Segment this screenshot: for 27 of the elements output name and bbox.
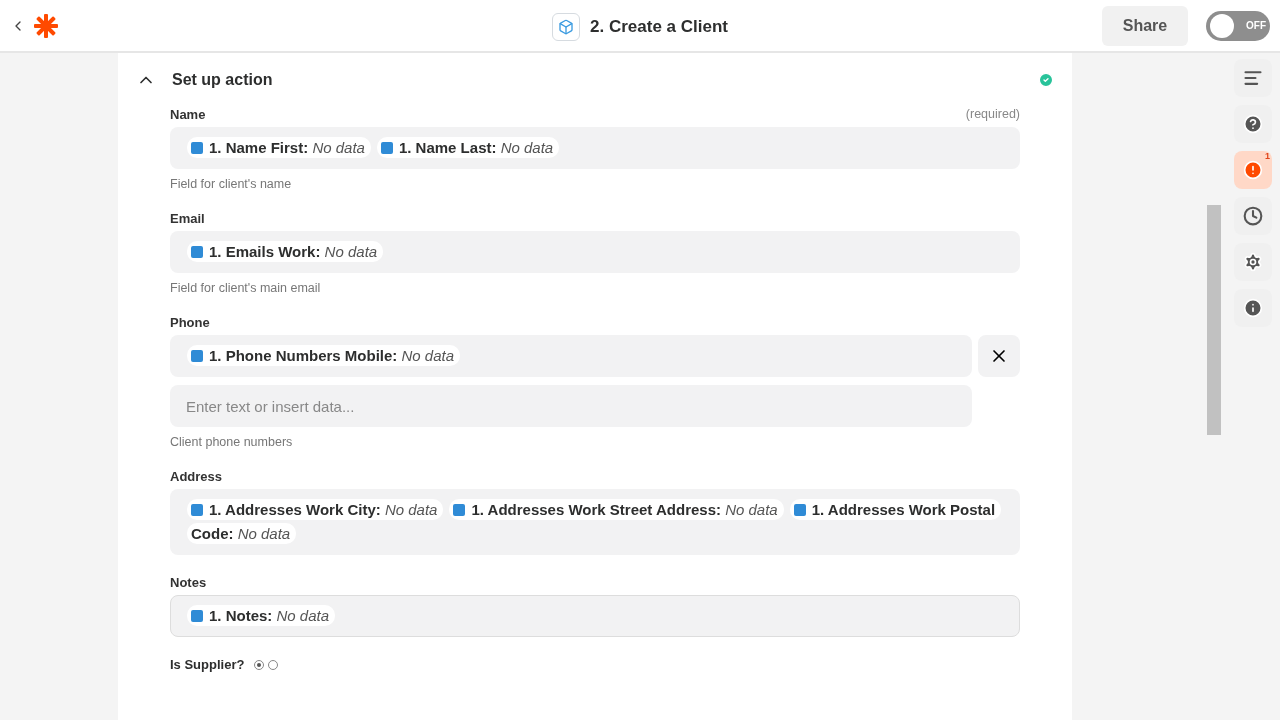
section-title: Set up action [172, 71, 274, 89]
data-token: 1. Name Last: No data [376, 137, 560, 158]
data-token: 1. Notes: No data [187, 605, 336, 626]
step-title: 2. Create a Client [590, 16, 728, 37]
badge-count: 1 [1265, 151, 1270, 161]
help-text: Client phone numbers [170, 435, 294, 449]
data-token: 1. Phone Numbers Mobile: No data [187, 345, 461, 366]
data-token: 1. Addresses Work City: No data [187, 499, 444, 520]
field-label: Phone [170, 315, 210, 330]
required-label: (required) [965, 107, 1020, 122]
field-label: Name [170, 107, 206, 122]
share-button[interactable]: Share [1102, 5, 1188, 46]
input-field[interactable]: Enter text or insert data... [170, 385, 972, 427]
radio-label: Is Supplier? [170, 657, 245, 672]
input-field[interactable]: 1. Phone Numbers Mobile: No data [170, 335, 972, 377]
data-token: 1. Addresses Work Street Address: No data [449, 499, 784, 520]
input-field[interactable]: 1. Emails Work: No data [170, 231, 1020, 273]
field-label: Notes [170, 575, 207, 590]
help-text: Field for client's main email [170, 281, 322, 295]
help-text: Field for client's name [170, 177, 293, 191]
input-field[interactable]: 1. Notes: No data [170, 595, 1020, 637]
input-field[interactable]: 1. Name First: No data 1. Name Last: No data [170, 127, 1020, 169]
data-token: 1. Emails Work: No data [187, 241, 384, 262]
field-label: Address [170, 469, 223, 484]
input-field[interactable]: 1. Addresses Work City: No data 1. Addresses Work Street Address: No data 1. Addresses Work Postal Code: No data [170, 489, 1020, 555]
data-token: 1. Name First: No data [187, 137, 371, 158]
field-label: Email [170, 211, 205, 226]
